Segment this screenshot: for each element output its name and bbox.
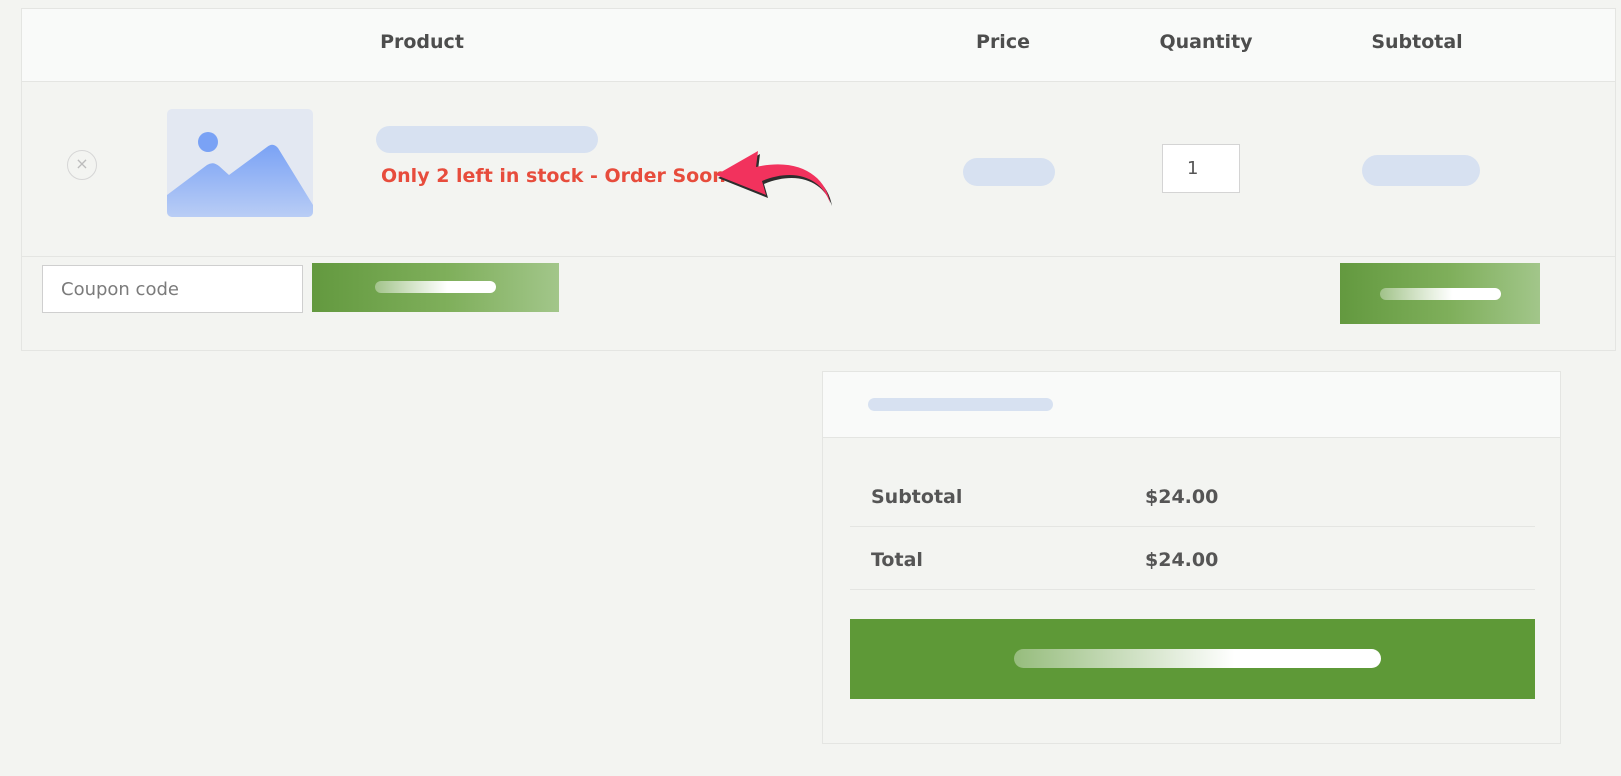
product-name-placeholder[interactable] — [376, 126, 598, 153]
update-cart-button[interactable] — [1340, 263, 1540, 324]
subtotal-value: $24.00 — [1145, 486, 1219, 508]
cart-totals: Subtotal $24.00 Total $24.00 — [822, 371, 1561, 744]
column-header-quantity: Quantity — [1159, 31, 1253, 53]
totals-row-total: Total $24.00 — [850, 527, 1535, 590]
proceed-to-checkout-button[interactable] — [850, 619, 1535, 699]
totals-title-placeholder — [868, 398, 1053, 411]
image-placeholder-icon — [167, 132, 313, 217]
column-header-product: Product — [380, 31, 464, 53]
column-header-subtotal: Subtotal — [1371, 31, 1463, 53]
low-stock-notice: Only 2 left in stock - Order Soon — [381, 165, 726, 187]
cart-item-row: × Only 2 left in stock - Order Soon — [22, 81, 1615, 257]
cart-actions — [22, 257, 1615, 349]
item-subtotal-placeholder — [1362, 155, 1480, 186]
apply-coupon-button[interactable] — [312, 263, 559, 312]
column-header-price: Price — [976, 31, 1030, 53]
price-placeholder — [963, 158, 1055, 186]
close-circle-icon: × — [75, 154, 89, 173]
total-label: Total — [871, 549, 923, 571]
cart-table: Product Price Quantity Subtotal × Only 2… — [21, 8, 1616, 351]
product-thumbnail[interactable] — [167, 109, 313, 217]
subtotal-label: Subtotal — [871, 486, 963, 508]
cart-table-header: Product Price Quantity Subtotal — [22, 9, 1615, 82]
coupon-code-input[interactable] — [42, 265, 303, 313]
button-label-placeholder — [1380, 288, 1501, 300]
quantity-input[interactable] — [1162, 144, 1240, 193]
button-label-placeholder — [375, 281, 496, 293]
totals-row-subtotal: Subtotal $24.00 — [850, 464, 1535, 527]
total-value: $24.00 — [1145, 549, 1219, 571]
curved-arrow-icon — [716, 151, 832, 206]
remove-item-button[interactable]: × — [67, 150, 97, 180]
button-label-placeholder — [1014, 649, 1381, 668]
cart-totals-header — [823, 372, 1560, 438]
